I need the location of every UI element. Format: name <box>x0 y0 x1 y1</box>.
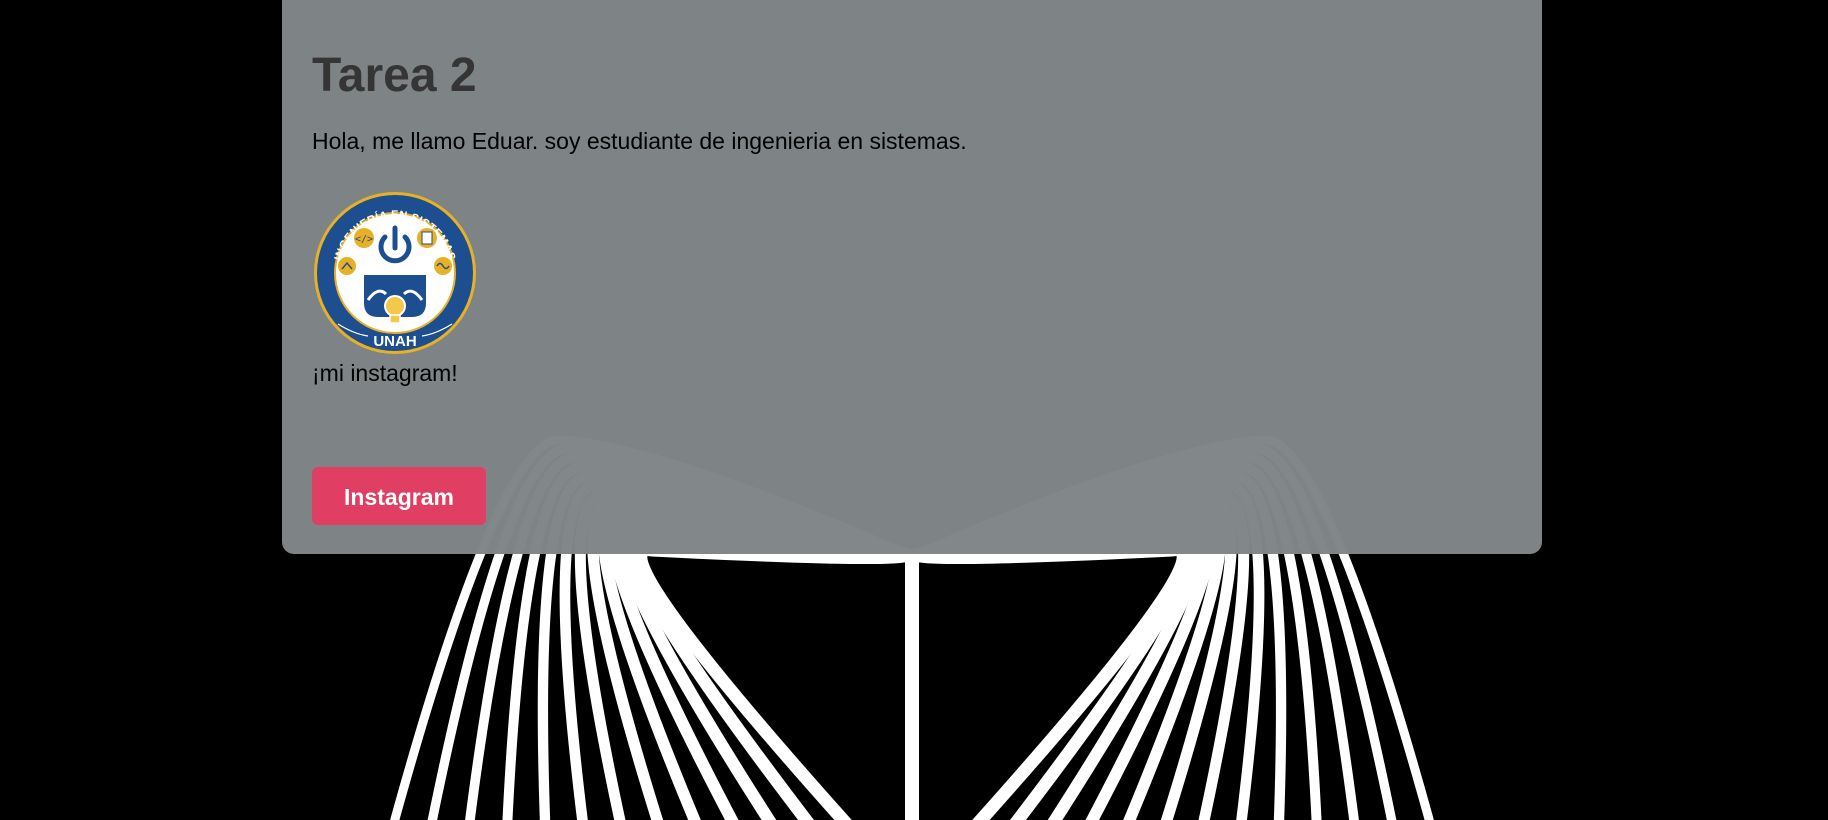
person-bulb-icon <box>364 275 426 324</box>
svg-text:</>: </> <box>355 234 373 245</box>
content-card: Tarea 2 Hola, me llamo Eduar. soy estudi… <box>282 0 1542 554</box>
page: Tarea 2 Hola, me llamo Eduar. soy estudi… <box>0 0 1828 820</box>
seal-bottom-text: UNAH <box>373 333 416 350</box>
network-icon <box>338 257 356 275</box>
stripe-line <box>607 516 914 820</box>
unah-logo: INGENIERÍA EN SISTEMAS UNAH </> <box>312 190 478 356</box>
instagram-button[interactable]: Instagram <box>312 467 486 525</box>
page-title: Tarea 2 <box>312 49 477 102</box>
document-icon <box>417 228 437 248</box>
intro-text: Hola, me llamo Eduar. soy estudiante de … <box>312 128 967 154</box>
instagram-cta-text: ¡mi instagram! <box>312 360 458 386</box>
stripe-line <box>910 516 1217 820</box>
code-icon: </> <box>354 228 374 248</box>
signal-icon <box>434 257 452 275</box>
